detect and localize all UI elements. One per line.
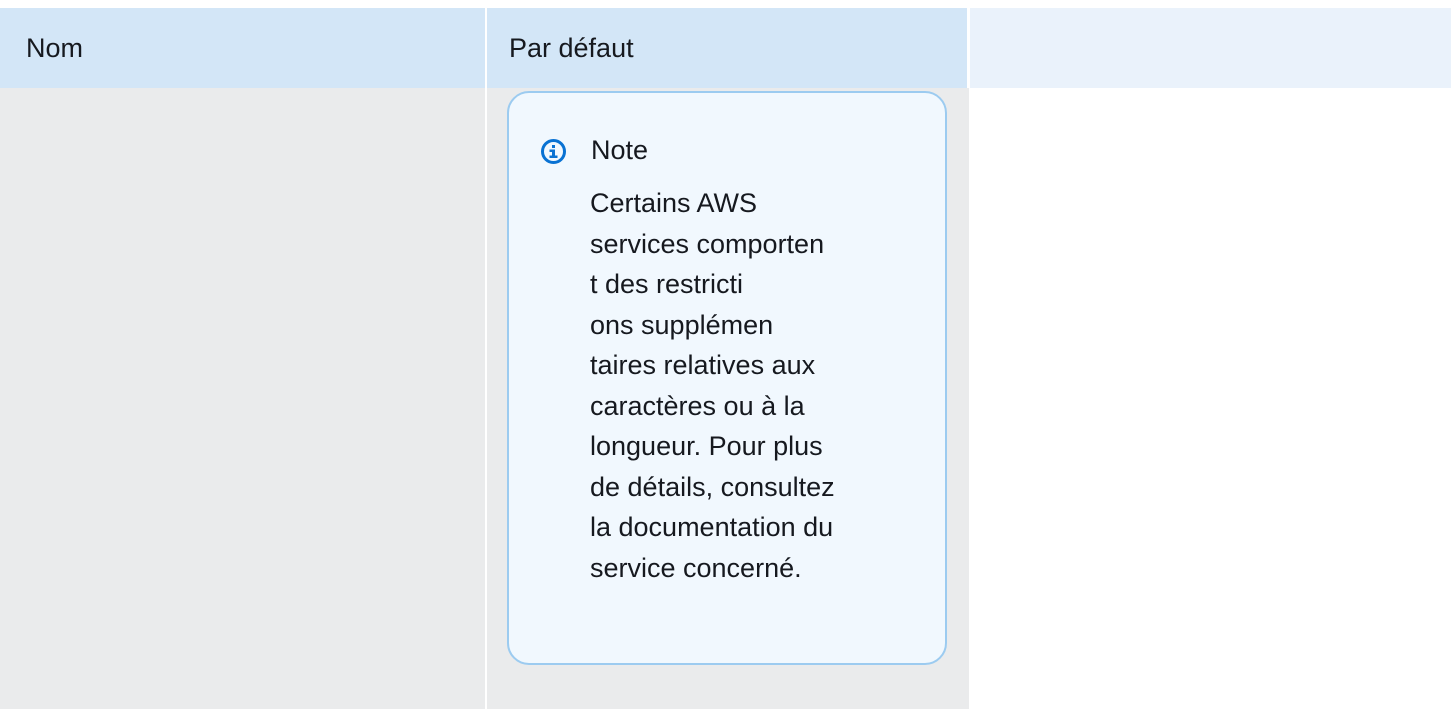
cell-default: Note Certains AWS services comporten t d… bbox=[485, 88, 969, 709]
table-row: Note Certains AWS services comporten t d… bbox=[0, 88, 1451, 709]
note-line: taires relatives aux bbox=[590, 350, 816, 380]
note-line: longueur. Pour plus bbox=[590, 431, 823, 461]
note-line: de détails, consultez bbox=[590, 471, 835, 502]
cell-empty bbox=[969, 88, 1451, 709]
column-header-default: Par défaut bbox=[485, 8, 967, 88]
info-icon bbox=[541, 139, 566, 164]
note-line: t des restricti bbox=[590, 269, 744, 299]
column-header-empty bbox=[967, 8, 1451, 88]
column-header-name: Nom bbox=[0, 8, 485, 88]
note-line: Certains AWS bbox=[590, 188, 758, 218]
note-body: Certains AWS services comporten t des re… bbox=[590, 183, 890, 588]
cell-name bbox=[0, 88, 485, 709]
note-line: services comporten bbox=[590, 228, 825, 259]
info-note: Note Certains AWS services comporten t d… bbox=[507, 91, 947, 665]
note-line: caractères ou à la bbox=[590, 390, 805, 421]
attributes-table: Nom Par défaut Note Certains AWS service… bbox=[0, 8, 1451, 709]
note-line: service concerné. bbox=[590, 552, 802, 583]
note-title: Note bbox=[591, 135, 649, 165]
note-line: ons supplémen bbox=[590, 309, 774, 340]
table-header-row: Nom Par défaut bbox=[0, 8, 1451, 88]
note-line: la documentation du bbox=[590, 512, 834, 542]
